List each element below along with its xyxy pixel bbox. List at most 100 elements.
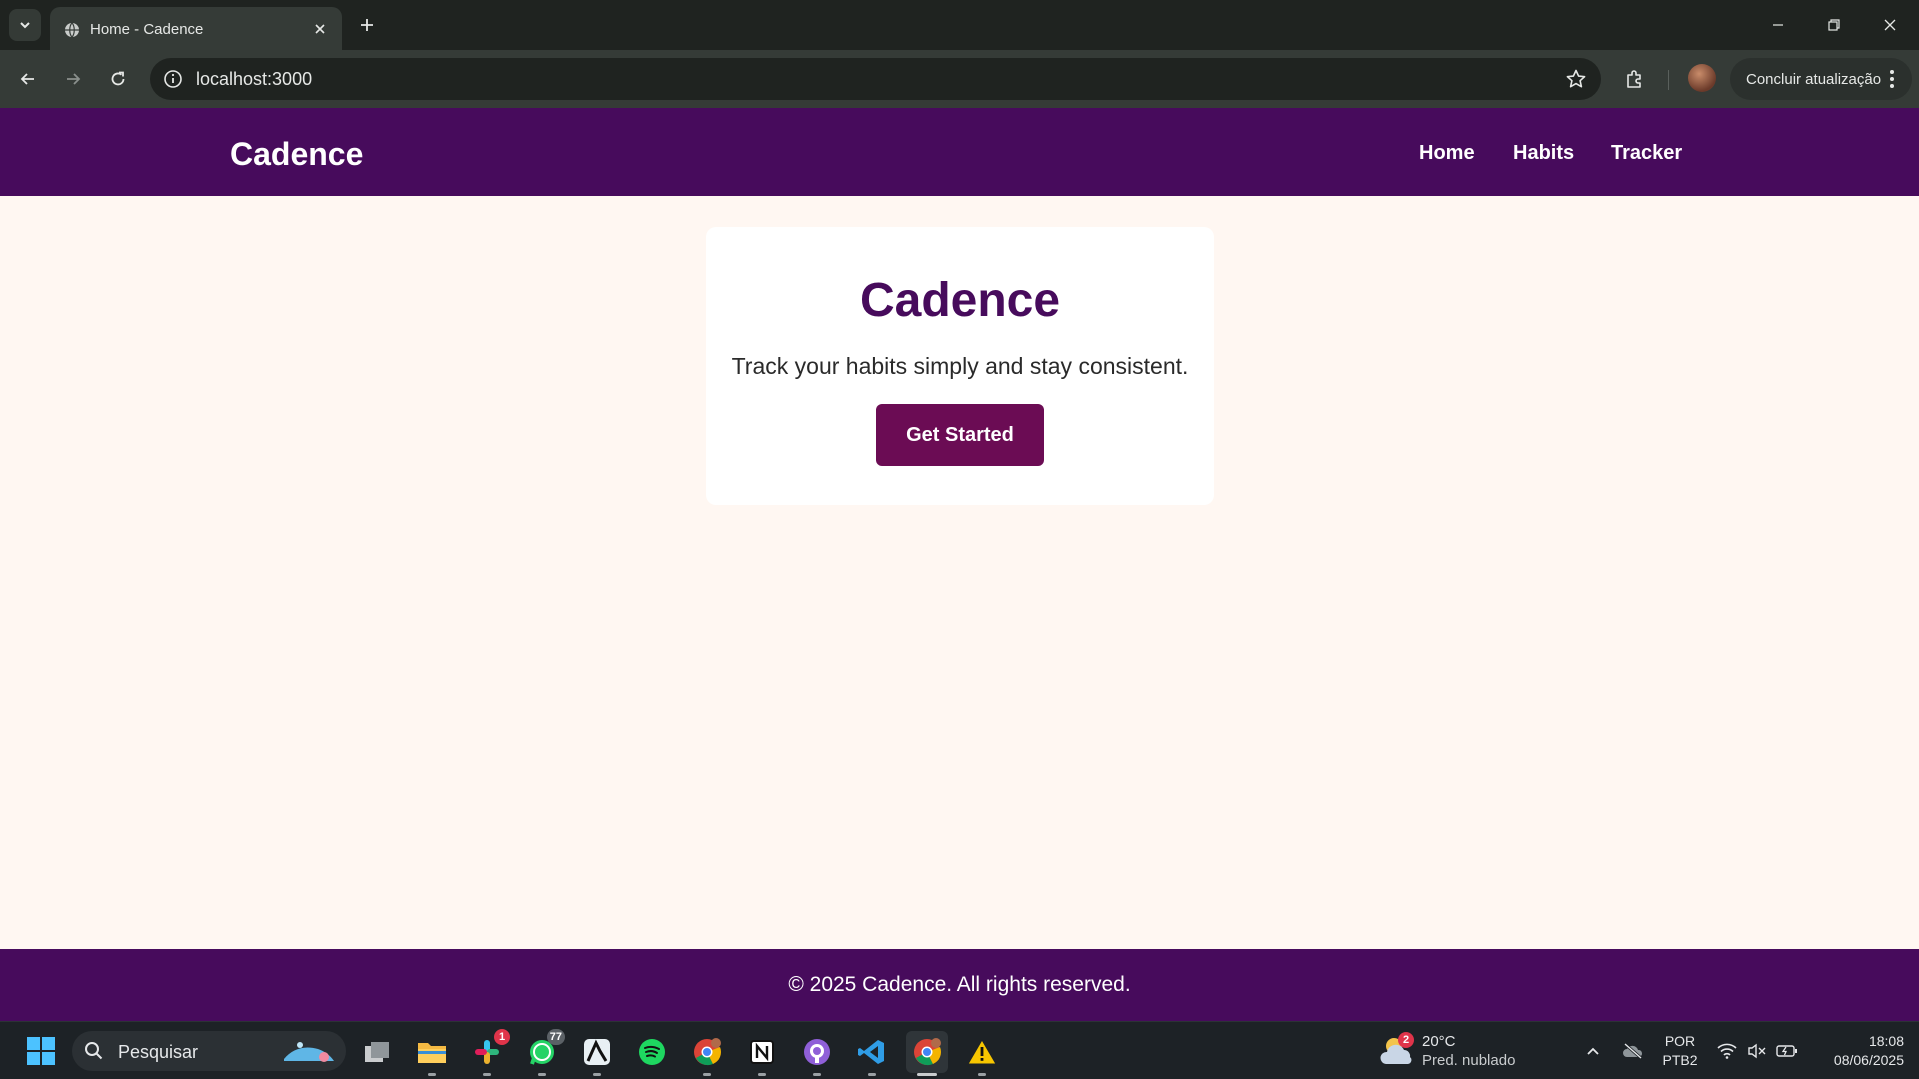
close-icon [1884,19,1896,31]
tab-search-button[interactable] [9,9,41,41]
taskbar-github-desktop[interactable] [796,1031,838,1076]
running-indicator [428,1073,436,1076]
chevron-down-icon [20,22,30,29]
forward-button[interactable] [57,63,89,95]
running-indicator [868,1073,876,1076]
profile-avatar[interactable] [1688,64,1716,92]
restore-icon [1828,19,1840,31]
nav-link-habits[interactable]: Habits [1513,142,1574,165]
reload-button[interactable] [102,63,134,95]
show-hidden-icons-button[interactable] [1582,1040,1604,1062]
update-label: Concluir atualização [1746,71,1882,88]
site-footer: © 2025 Cadence. All rights reserved. [0,949,1919,1021]
plus-icon [361,19,373,31]
globe-icon [65,22,79,38]
warning-icon [967,1039,997,1065]
taskbar-whatsapp[interactable]: 77 [521,1029,565,1076]
close-icon [315,24,325,34]
nav-link-home[interactable]: Home [1419,142,1475,165]
restore-button[interactable] [1806,0,1862,50]
reload-icon [111,71,125,86]
taskbar-file-explorer[interactable] [411,1031,453,1076]
toolbar-divider [1668,70,1669,90]
minimize-button[interactable] [1750,0,1806,50]
weather-description: Pred. nublado [1422,1052,1516,1069]
chrome-profile-icon [694,1038,721,1066]
arrow-left-icon [20,73,34,85]
bookmark-star-icon[interactable] [1565,68,1587,90]
notification-badge: 77 [546,1029,565,1045]
taskbar-warning-app[interactable] [961,1031,1003,1076]
weather-widget[interactable]: 2 20°C Pred. nublado [1380,1030,1540,1072]
browser-tab[interactable]: Home - Cadence [50,7,342,50]
taskbar-search[interactable]: Pesquisar [72,1031,346,1071]
github-desktop-icon [804,1039,830,1065]
hero-title: Cadence [859,274,1061,327]
taskbar-vscode[interactable] [851,1031,893,1076]
site-logo[interactable]: Cadence [230,136,363,173]
running-indicator [758,1073,766,1076]
nav-link-tracker[interactable]: Tracker [1611,142,1682,165]
battery-charging-icon [1776,1045,1797,1057]
cloud-off-icon [1623,1042,1643,1060]
chrome-icon [914,1038,941,1066]
update-button[interactable]: Concluir atualização [1730,58,1912,100]
chevron-up-icon [1587,1047,1599,1055]
extensions-button[interactable] [1620,64,1650,94]
browser-toolbar: localhost:3000 Concluir atualização [0,50,1919,108]
battery-status[interactable] [1776,1040,1798,1062]
running-indicator [483,1073,491,1076]
notification-badge: 1 [494,1029,510,1045]
taskbar-notion[interactable] [741,1031,783,1076]
taskbar-task-view[interactable] [356,1031,398,1073]
onedrive-status[interactable] [1622,1040,1644,1062]
tab-strip: Home - Cadence [0,0,1919,50]
running-indicator [813,1073,821,1076]
more-vert-icon [1890,70,1894,88]
spotify-icon [639,1039,665,1065]
volume-status[interactable] [1746,1040,1768,1062]
hero-subtitle: Track your habits simply and stay consis… [731,353,1189,379]
minimize-icon [1773,24,1783,26]
search-placeholder: Pesquisar [118,1042,199,1062]
url-text[interactable]: localhost:3000 [196,69,312,90]
running-indicator [593,1073,601,1076]
address-bar[interactable]: localhost:3000 [150,58,1601,100]
running-indicator [978,1073,986,1076]
keyboard-layout: PTB2 [1662,1052,1698,1068]
hero-card: Cadence Track your habits simply and sta… [706,227,1214,505]
tab-close-button[interactable] [308,17,332,41]
weather-badge: 2 [1398,1032,1414,1048]
site-header: Cadence Home Habits Tracker [0,108,1919,196]
network-status[interactable] [1716,1040,1738,1062]
search-icon [85,1042,103,1060]
vscode-icon [858,1040,884,1064]
taskbar-slack[interactable]: 1 [466,1029,510,1076]
task-view-icon [365,1042,389,1062]
notion-icon [750,1040,774,1064]
taskbar-chrome-profile[interactable] [686,1031,728,1076]
running-indicator [917,1073,937,1076]
windows-start-icon[interactable] [26,1036,56,1066]
footer-copyright: © 2025 Cadence. All rights reserved. [788,973,1131,996]
wifi-icon [1717,1043,1737,1059]
input-language[interactable]: POR PTB2 [1660,1032,1700,1070]
system-clock[interactable]: 18:08 08/06/2025 [1812,1032,1904,1070]
get-started-button[interactable]: Get Started [876,404,1044,466]
capcut-icon [584,1039,610,1065]
taskbar: Pesquisar 1 77 2 20°C Pred. nublado POR … [0,1021,1919,1079]
language-code: POR [1664,1033,1696,1049]
volume-muted-icon [1748,1043,1766,1059]
new-tab-button[interactable] [352,10,382,40]
taskbar-capcut[interactable] [576,1031,618,1076]
back-button[interactable] [12,63,44,95]
clock-time: 18:08 [1868,1033,1904,1049]
taskbar-chrome[interactable] [906,1031,948,1076]
site-info-icon[interactable] [162,68,184,90]
running-indicator [538,1073,546,1076]
clock-date: 08/06/2025 [1833,1052,1904,1068]
arrow-right-icon [67,73,81,85]
close-window-button[interactable] [1862,0,1918,50]
taskbar-spotify[interactable] [631,1031,673,1073]
puzzle-icon [1627,70,1641,88]
